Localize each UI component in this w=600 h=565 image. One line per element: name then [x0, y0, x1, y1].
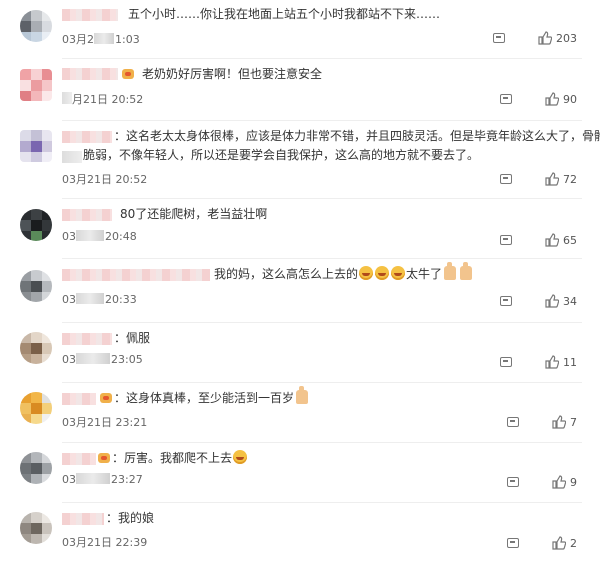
laughing-emoji-icon — [375, 266, 390, 280]
divider — [62, 382, 582, 383]
like-count: 72 — [563, 173, 577, 186]
username[interactable] — [62, 131, 112, 143]
like-count: 11 — [563, 356, 577, 369]
username[interactable] — [62, 209, 112, 221]
avatar[interactable] — [20, 332, 52, 364]
thumbs-up-icon[interactable] — [545, 294, 559, 308]
avatar[interactable] — [20, 452, 52, 484]
comment-time: 03 20:33 — [62, 293, 137, 306]
comment-text: ：这名老太太身体很棒，应该是体力非常不错，并且四肢灵活。但是毕竟年龄这么大了，骨… — [114, 129, 600, 143]
username[interactable] — [62, 453, 96, 465]
comment-item: 五个小时……你让我在地面上站五个小时我都站不下来…… 03月2 1:03 203 — [0, 0, 600, 60]
comment-icon[interactable] — [500, 174, 512, 184]
vip-badge-icon — [100, 393, 112, 403]
vip-badge-icon — [122, 69, 134, 79]
comment-time: 03月21日 23:21 — [62, 416, 148, 429]
like-count: 90 — [563, 93, 577, 106]
username[interactable] — [62, 513, 104, 525]
comment-time: 月21日 20:52 — [72, 93, 144, 106]
comment-icon[interactable] — [500, 235, 512, 245]
comment-time: 03月21日 20:52 — [62, 173, 148, 186]
like-count: 34 — [563, 295, 577, 308]
comment-time: 03 20:48 — [62, 230, 137, 243]
comment-icon[interactable] — [507, 477, 519, 487]
avatar[interactable] — [20, 392, 52, 424]
comment-text: 我的妈，这么高怎么上去的 太牛了 — [214, 262, 474, 284]
thumbs-up-icon[interactable] — [538, 31, 552, 45]
thumbs-up-icon[interactable] — [545, 355, 559, 369]
username-blur — [62, 92, 72, 104]
comment-text-line2: 脆弱，不像年轻人，所以还是要学会自我保护，这么高的地方就不要去了。 — [83, 148, 480, 162]
username[interactable] — [62, 269, 210, 281]
comment-text: 80了还能爬树，老当益壮啊 — [120, 207, 268, 221]
thumbs-up-emoji-icon — [460, 262, 473, 280]
thumbs-up-emoji-icon — [444, 262, 457, 280]
like-count: 203 — [556, 32, 577, 45]
divider — [62, 442, 582, 443]
thumbs-up-icon[interactable] — [545, 233, 559, 247]
divider — [62, 322, 582, 323]
divider — [62, 58, 582, 59]
username[interactable] — [62, 68, 118, 80]
like-count: 2 — [570, 537, 577, 550]
laughing-emoji-icon — [233, 450, 248, 464]
comment-text: ：这身体真棒，至少能活到一百岁 — [114, 386, 310, 408]
thumbs-up-icon[interactable] — [545, 172, 559, 186]
comment-icon[interactable] — [500, 296, 512, 306]
avatar[interactable] — [20, 270, 52, 302]
comment-icon[interactable] — [507, 417, 519, 427]
comment-text: ：佩服 — [114, 331, 151, 345]
thumbs-up-icon[interactable] — [552, 475, 566, 489]
thumbs-up-emoji-icon — [296, 386, 309, 404]
comment-time: 03月2 1:03 — [62, 33, 140, 46]
comment-icon[interactable] — [493, 33, 505, 43]
avatar[interactable] — [20, 130, 52, 162]
divider — [62, 120, 582, 121]
vip-badge-icon — [98, 453, 110, 463]
username[interactable] — [62, 333, 112, 345]
comment-icon[interactable] — [507, 538, 519, 548]
thumbs-up-icon[interactable] — [545, 92, 559, 106]
comment-icon[interactable] — [500, 94, 512, 104]
username-blur — [62, 151, 82, 163]
comment-item: 80了还能爬树，老当益壮啊 03 20:48 65 — [0, 200, 600, 260]
laughing-emoji-icon — [359, 266, 374, 280]
comment-item: ：我的娘 03月21日 22:39 2 — [0, 504, 600, 565]
comment-item: ：厉害。我都爬不上去 03 23:27 9 — [0, 444, 600, 504]
avatar[interactable] — [20, 209, 52, 241]
divider — [62, 198, 582, 199]
thumbs-up-icon[interactable] — [552, 415, 566, 429]
comment-text: 五个小时……你让我在地面上站五个小时我都站不下来…… — [128, 7, 441, 21]
avatar[interactable] — [20, 512, 52, 544]
comment-icon[interactable] — [500, 357, 512, 367]
comment-time: 03 23:27 — [62, 473, 143, 486]
like-count: 9 — [570, 476, 577, 489]
thumbs-up-icon[interactable] — [552, 536, 566, 550]
comment-text: ：厉害。我都爬不上去 — [112, 449, 248, 468]
divider — [62, 502, 582, 503]
avatar[interactable] — [20, 69, 52, 101]
comment-text: ：我的娘 — [106, 511, 155, 525]
divider — [62, 258, 582, 259]
avatar[interactable] — [20, 10, 52, 42]
like-count: 7 — [570, 416, 577, 429]
username[interactable] — [62, 393, 96, 405]
comment-item: 我的妈，这么高怎么上去的 太牛了 03 20:33 34 — [0, 260, 600, 324]
comment-item: ：这名老太太身体很棒，应该是体力非常不错，并且四肢灵活。但是毕竟年龄这么大了，骨… — [0, 122, 600, 200]
comment-text: 老奶奶好厉害啊！但也要注意安全 — [142, 67, 323, 81]
like-count: 65 — [563, 234, 577, 247]
comment-time: 03 23:05 — [62, 353, 143, 366]
comment-item: 老奶奶好厉害啊！但也要注意安全 月21日 20:52 90 — [0, 60, 600, 122]
comment-time: 03月21日 22:39 — [62, 536, 148, 549]
comment-item: ：佩服 03 23:05 11 — [0, 324, 600, 384]
laughing-emoji-icon — [391, 266, 406, 280]
comment-item: ：这身体真棒，至少能活到一百岁 03月21日 23:21 7 — [0, 384, 600, 444]
username[interactable] — [62, 9, 118, 21]
